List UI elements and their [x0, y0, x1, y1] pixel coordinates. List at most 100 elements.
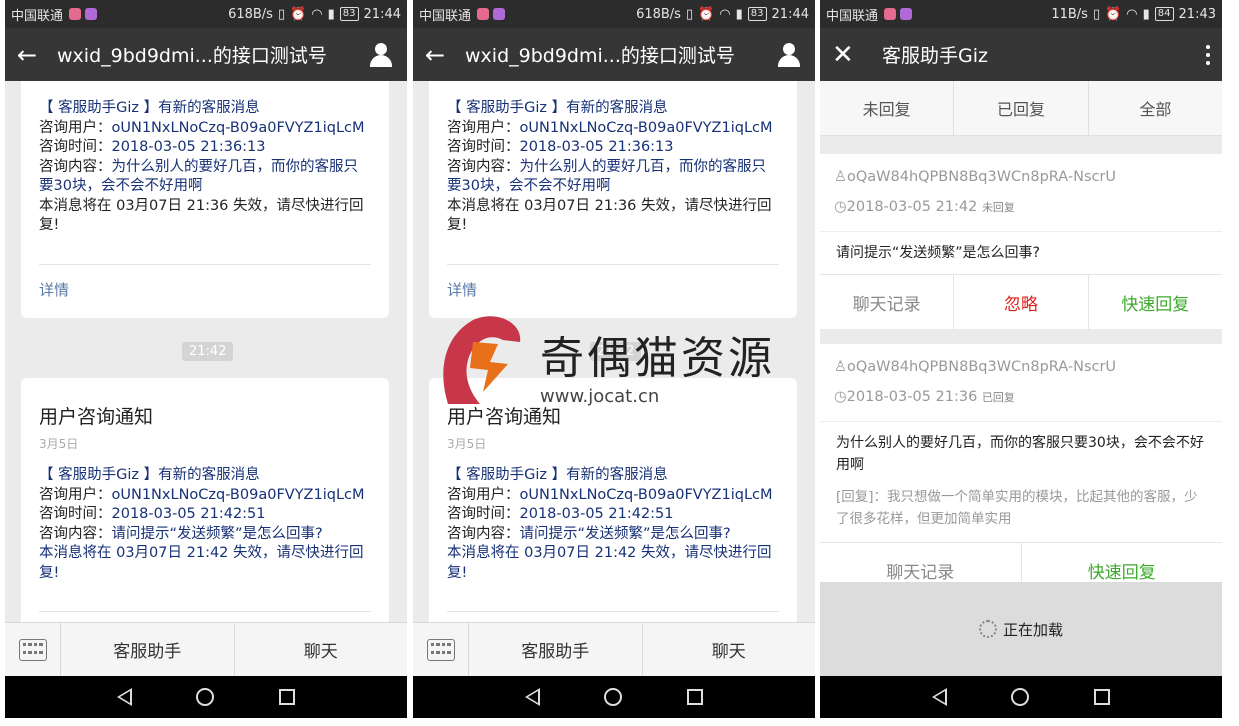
vibrate-icon: ▯: [277, 6, 286, 22]
battery-icon: 83: [339, 7, 359, 21]
quick-reply-button[interactable]: 快速回复: [1089, 275, 1222, 329]
nav-home-icon[interactable]: [196, 688, 215, 706]
system-nav-bar: [5, 676, 407, 718]
back-arrow-icon[interactable]: ←: [17, 41, 57, 69]
detail-link[interactable]: 详情: [447, 279, 779, 300]
content-label: 咨询内容：: [39, 525, 112, 542]
chat-history-button[interactable]: 聊天记录: [820, 275, 955, 329]
status-badge: 未回复: [981, 201, 1015, 214]
user-label: 咨询用户：: [39, 486, 112, 503]
time-badge: 21:42: [182, 342, 234, 361]
detail-link[interactable]: 详情: [39, 279, 371, 300]
signal-icon: ▮: [1142, 6, 1150, 22]
spinner-icon: [978, 620, 997, 638]
alarm-icon: ⏰: [698, 6, 715, 22]
divider: [447, 263, 779, 265]
menu-chat[interactable]: 聊天: [235, 623, 408, 676]
status-badge: 已回复: [981, 391, 1015, 404]
expire-note: 本消息将在 03月07日 21:36 失效，请尽快进行回复!: [447, 197, 772, 234]
more-menu-icon[interactable]: [1206, 44, 1210, 65]
user-label: 咨询用户：: [447, 486, 520, 503]
vibrate-icon: ▯: [1092, 6, 1101, 22]
nav-recent-icon[interactable]: [686, 689, 703, 705]
message-card[interactable]: 用户咨询通知 3月5日 【 客服助手Giz 】有新的客服消息 咨询用户：oUN1…: [429, 378, 797, 622]
profile-icon[interactable]: [775, 41, 803, 69]
user-value: oUN1NxLNoCzq-B09a0FVYZ1iqLcM: [519, 486, 773, 503]
title-bar: ✕ 客服助手Giz: [820, 28, 1222, 81]
filter-tabs: 未回复 已回复 全部: [820, 81, 1222, 136]
card-title: 用户咨询通知: [447, 406, 562, 428]
menu-kefu-assistant[interactable]: 客服助手: [469, 623, 643, 676]
message-card[interactable]: 【 客服助手Giz 】有新的客服消息 咨询用户：oUN1NxLNoCzq-B09…: [21, 81, 389, 318]
message-card[interactable]: 【 客服助手Giz 】有新的客服消息 咨询用户：oUN1NxLNoCzq-B09…: [429, 81, 797, 318]
system-nav-bar: [820, 676, 1222, 718]
menu-chat[interactable]: 聊天: [643, 623, 816, 676]
wifi-icon: ◠: [1126, 6, 1138, 22]
signal-icon: ▮: [327, 6, 335, 22]
keyboard-toggle[interactable]: [413, 623, 469, 676]
divider: [39, 263, 371, 265]
message-header: 【 客服助手Giz 】有新的客服消息: [447, 100, 668, 116]
expire-note: 本消息将在 03月07日 21:42 失效，请尽快进行回复!: [39, 545, 364, 581]
user-icon: ♙: [834, 169, 847, 185]
notification-icon: [477, 8, 490, 20]
user-label: 咨询用户：: [39, 119, 112, 136]
user-icon: ♙: [834, 359, 847, 375]
time-label: 咨询时间：: [39, 506, 112, 522]
nav-recent-icon[interactable]: [1093, 689, 1110, 705]
consult-question: 为什么别人的要好几百，而你的客服只要30块，会不会不好用啊: [836, 435, 1204, 473]
nav-back-icon[interactable]: [932, 688, 948, 706]
app-notification-icon: [493, 8, 506, 20]
notification-icon: [69, 8, 82, 20]
nav-recent-icon[interactable]: [278, 689, 295, 705]
chat-area[interactable]: 【 客服助手Giz 】有新的客服消息 咨询用户：oUN1NxLNoCzq-B09…: [5, 81, 407, 622]
user-value: oUN1NxLNoCzq-B09a0FVYZ1iqLcM: [519, 119, 773, 136]
nav-back-icon[interactable]: [525, 688, 541, 706]
divider: [39, 611, 371, 612]
page-title: wxid_9bd9dmi...的接口测试号: [465, 45, 735, 67]
card-date: 3月5日: [39, 437, 79, 451]
consult-question: 请问提示“发送频繁”是怎么回事?: [836, 245, 1040, 261]
consult-user: oQaW84hQPBN8Bq3WCn8pRA-NscrU: [847, 359, 1117, 375]
chat-area[interactable]: 【 客服助手Giz 】有新的客服消息 咨询用户：oUN1NxLNoCzq-B09…: [413, 81, 815, 622]
close-icon[interactable]: ✕: [832, 40, 882, 70]
keyboard-toggle[interactable]: [5, 623, 61, 676]
message-card[interactable]: 用户咨询通知 3月5日 【 客服助手Giz 】有新的客服消息 咨询用户：oUN1…: [21, 378, 389, 622]
notification-icon: [884, 8, 897, 20]
ignore-button[interactable]: 忽略: [954, 275, 1089, 329]
content-value: 请问提示“发送频繁”是怎么回事?: [111, 525, 323, 542]
system-nav-bar: [413, 676, 815, 718]
content-value: 请问提示“发送频繁”是怎么回事?: [519, 525, 731, 542]
consult-time: 2018-03-05 21:36: [846, 389, 978, 405]
status-bar: 中国联通 618B/s ▯ ⏰ ◠ ▮ 83 21:44: [413, 0, 815, 28]
clock: 21:44: [771, 6, 809, 22]
keyboard-icon: [18, 638, 47, 661]
tab-all[interactable]: 全部: [1089, 81, 1222, 135]
time-label: 咨询时间：: [447, 139, 520, 155]
clock-icon: ◷: [834, 199, 847, 215]
nav-back-icon[interactable]: [117, 688, 133, 706]
item-actions: 聊天记录 忽略 快速回复: [820, 274, 1222, 329]
time-value: 2018-03-05 21:36:13: [111, 139, 266, 155]
phone-screen-chat-1: 中国联通 618B/s ▯ ⏰ ◠ ▮ 83 21:44 ← wxid_9bd9…: [5, 0, 407, 718]
back-arrow-icon[interactable]: ←: [425, 41, 465, 69]
clock: 21:44: [363, 6, 401, 22]
bottom-menu: 客服助手 聊天: [413, 622, 815, 676]
keyboard-icon: [426, 638, 455, 661]
tab-replied[interactable]: 已回复: [954, 81, 1089, 135]
vibrate-icon: ▯: [685, 6, 694, 22]
title-bar: ← wxid_9bd9dmi...的接口测试号: [413, 28, 815, 81]
message-header: 【 客服助手Giz 】有新的客服消息: [447, 467, 668, 483]
phone-screen-service: 中国联通 11B/s ▯ ⏰ ◠ ▮ 84 21:43 ✕ 客服助手Giz 未回…: [820, 0, 1222, 718]
app-notification-icon: [900, 8, 913, 20]
nav-home-icon[interactable]: [604, 688, 623, 706]
user-label: 咨询用户：: [447, 119, 520, 136]
card-title: 用户咨询通知: [39, 406, 154, 428]
content-label: 咨询内容：: [39, 158, 112, 175]
status-bar: 中国联通 11B/s ▯ ⏰ ◠ ▮ 84 21:43: [820, 0, 1222, 28]
menu-kefu-assistant[interactable]: 客服助手: [61, 623, 235, 676]
tab-unreplied[interactable]: 未回复: [820, 81, 955, 135]
nav-home-icon[interactable]: [1011, 688, 1030, 706]
profile-icon[interactable]: [367, 41, 395, 69]
message-header: 【 客服助手Giz 】有新的客服消息: [39, 467, 260, 483]
